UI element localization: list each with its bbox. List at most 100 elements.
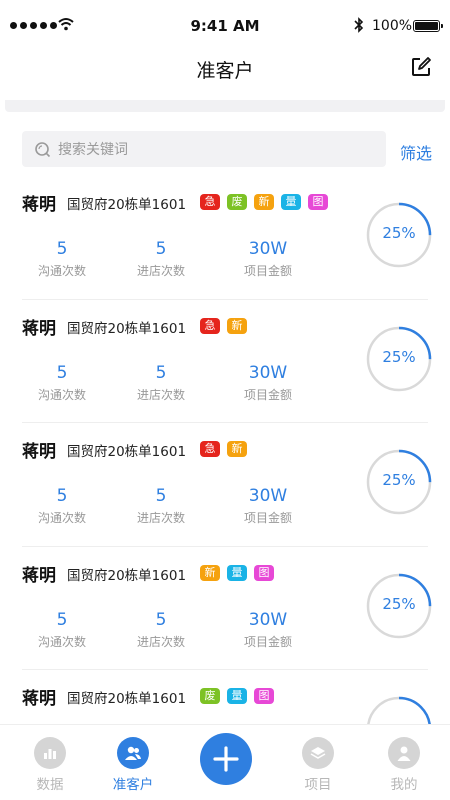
customer-name: 蒋明 bbox=[22, 442, 56, 462]
customer-tag: 图 bbox=[308, 194, 328, 210]
search-placeholder: 搜索关键词 bbox=[58, 142, 128, 158]
customer-item[interactable]: 蒋明 国贸府20栋单1601 急废新量图 5 沟通次数 5 进店次数 30W 项… bbox=[22, 176, 432, 300]
customer-address: 国贸府20栋单1601 bbox=[67, 567, 187, 584]
customer-address: 国贸府20栋单1601 bbox=[67, 197, 187, 213]
customer-tag: 急 bbox=[200, 317, 220, 334]
customer-tag: 废 bbox=[200, 688, 220, 704]
communications-label: 沟通次数 bbox=[37, 387, 86, 402]
add-button[interactable] bbox=[200, 733, 252, 785]
project-amount-label: 项目金额 bbox=[243, 634, 292, 649]
progress-label: 25% bbox=[382, 594, 416, 613]
customer-address: 国贸府20栋单1601 bbox=[67, 320, 187, 337]
customer-tag: 急 bbox=[200, 194, 220, 210]
project-amount-stat: 30W 项目金额 bbox=[228, 239, 308, 279]
project-amount-label: 项目金额 bbox=[243, 511, 292, 525]
customer-tag: 新 bbox=[254, 194, 274, 210]
project-amount-value: 30W bbox=[248, 486, 288, 506]
user-icon bbox=[388, 737, 420, 769]
store-visits-label: 进店次数 bbox=[136, 387, 185, 402]
nav-divider bbox=[5, 100, 445, 112]
project-amount-stat: 30W 项目金额 bbox=[228, 610, 308, 650]
progress-ring: 25% bbox=[366, 326, 432, 392]
battery-percentage: 100% bbox=[372, 18, 413, 34]
customer-tags: 急废新量图 bbox=[200, 194, 328, 210]
project-amount-stat: 30W 项目金额 bbox=[228, 486, 308, 526]
communications-stat: 5 沟通次数 bbox=[22, 486, 102, 526]
edit-icon[interactable] bbox=[410, 56, 432, 78]
progress-ring bbox=[366, 696, 432, 724]
store-visits-stat: 5 进店次数 bbox=[121, 486, 201, 526]
store-visits-stat: 5 进店次数 bbox=[121, 363, 201, 403]
page-title: 准客户 bbox=[196, 60, 254, 82]
customer-item[interactable]: 蒋明 国贸府20栋单1601 急新 5 沟通次数 5 进店次数 30W 项目金额 bbox=[22, 300, 432, 423]
customer-tag: 图 bbox=[254, 564, 274, 581]
store-visits-label: 进店次数 bbox=[136, 264, 185, 278]
progress-label: 25% bbox=[382, 471, 416, 489]
project-amount-value: 30W bbox=[248, 609, 288, 630]
customer-tags: 急新 bbox=[200, 441, 247, 457]
bluetooth-icon bbox=[354, 17, 364, 33]
customer-item[interactable]: 蒋明 国贸府20栋单1601 新量图 5 沟通次数 5 进店次数 30W 项目金… bbox=[22, 547, 432, 670]
communications-label: 沟通次数 bbox=[37, 634, 86, 649]
communications-label: 沟通次数 bbox=[37, 264, 86, 278]
tab-label: 数据 bbox=[36, 777, 64, 793]
store-visits-stat: 5 进店次数 bbox=[121, 610, 201, 650]
battery-icon bbox=[413, 20, 443, 32]
tab-label: 我的 bbox=[390, 777, 418, 793]
progress-label: 25% bbox=[382, 224, 416, 242]
customer-tag: 新 bbox=[227, 441, 247, 457]
plus-icon bbox=[213, 746, 239, 772]
users-icon bbox=[117, 737, 149, 769]
customer-address: 国贸府20栋单1601 bbox=[67, 691, 187, 707]
customer-tag: 急 bbox=[200, 441, 220, 457]
progress-ring: 25% bbox=[366, 449, 432, 515]
store-visits-label: 进店次数 bbox=[136, 511, 185, 525]
tab-label: 准客户 bbox=[112, 777, 154, 793]
project-amount-label: 项目金额 bbox=[243, 264, 292, 278]
communications-count: 5 bbox=[56, 486, 68, 506]
tab-prospects[interactable]: 准客户 bbox=[101, 737, 165, 793]
store-visits-stat: 5 进店次数 bbox=[121, 239, 201, 279]
customer-tag: 废 bbox=[227, 194, 247, 210]
customer-list: 蒋明 国贸府20栋单1601 急废新量图 5 沟通次数 5 进店次数 30W 项… bbox=[0, 176, 450, 724]
project-amount-label: 项目金额 bbox=[243, 387, 292, 402]
customer-name: 蒋明 bbox=[22, 565, 56, 586]
tab-projects[interactable]: 项目 bbox=[286, 737, 350, 793]
store-visits-count: 5 bbox=[155, 239, 167, 259]
customer-item[interactable]: 蒋明 国贸府20栋单1601 废量图 bbox=[22, 670, 432, 724]
customer-item[interactable]: 蒋明 国贸府20栋单1601 急新 5 沟通次数 5 进店次数 30W 项目金额 bbox=[22, 423, 432, 547]
communications-stat: 5 沟通次数 bbox=[22, 239, 102, 279]
progress-ring: 25% bbox=[366, 202, 432, 268]
customer-name: 蒋明 bbox=[22, 318, 56, 339]
search-input[interactable]: 搜索关键词 bbox=[22, 131, 386, 167]
communications-stat: 5 沟通次数 bbox=[22, 363, 102, 403]
customer-tag: 量 bbox=[227, 688, 247, 704]
communications-count: 5 bbox=[56, 362, 68, 383]
customer-name: 蒋明 bbox=[22, 689, 56, 709]
customer-tag: 图 bbox=[254, 688, 274, 704]
customer-tag: 新 bbox=[200, 564, 220, 581]
layers-icon bbox=[302, 737, 334, 769]
communications-label: 沟通次数 bbox=[37, 511, 86, 525]
communications-count: 5 bbox=[56, 609, 68, 630]
store-visits-count: 5 bbox=[155, 486, 167, 506]
customer-tag: 量 bbox=[281, 194, 301, 210]
progress-ring: 25% bbox=[366, 573, 432, 639]
customer-tags: 急新 bbox=[200, 317, 247, 334]
store-visits-count: 5 bbox=[155, 362, 167, 383]
communications-stat: 5 沟通次数 bbox=[22, 610, 102, 650]
search-icon bbox=[35, 141, 51, 157]
customer-tags: 废量图 bbox=[200, 688, 274, 704]
filter-button[interactable]: 筛选 bbox=[400, 140, 432, 164]
status-bar: 9:41 AM 100% bbox=[0, 0, 450, 40]
project-amount-value: 30W bbox=[248, 362, 288, 383]
customer-tag: 新 bbox=[227, 317, 247, 334]
customer-address: 国贸府20栋单1601 bbox=[67, 444, 187, 460]
project-amount-stat: 30W 项目金额 bbox=[228, 363, 308, 403]
tab-data[interactable]: 数据 bbox=[18, 737, 82, 793]
store-visits-label: 进店次数 bbox=[136, 634, 185, 649]
tab-label: 项目 bbox=[304, 777, 332, 793]
tab-mine[interactable]: 我的 bbox=[372, 737, 436, 793]
bar-chart-icon bbox=[34, 737, 66, 769]
project-amount-value: 30W bbox=[248, 239, 288, 259]
